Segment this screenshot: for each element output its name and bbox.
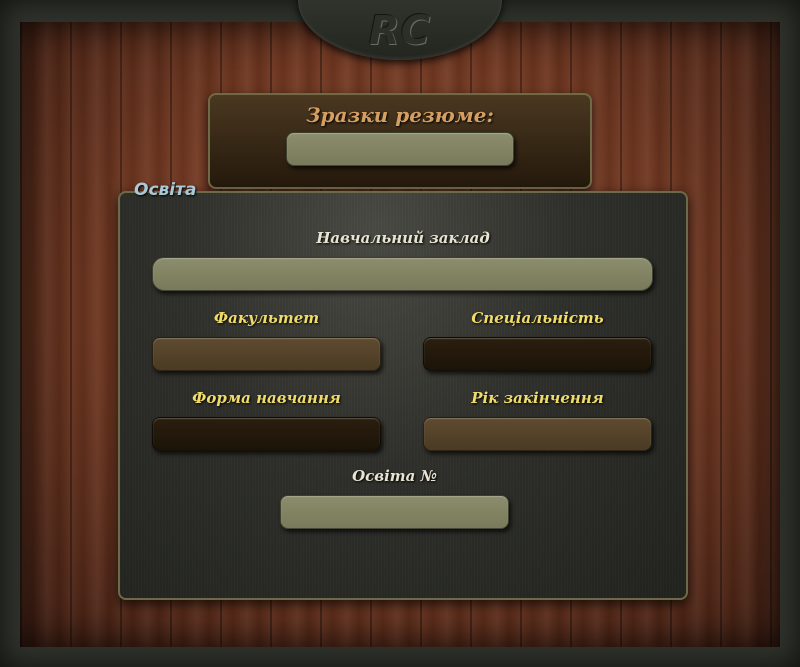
resume-samples-select[interactable] (286, 132, 514, 166)
study-form-label: Форма навчання (192, 389, 341, 407)
study-form-input[interactable] (152, 417, 381, 451)
institution-label: Навчальний заклад (316, 229, 490, 247)
education-number-label: Освіта № (352, 467, 437, 485)
logo-text: RC (368, 8, 432, 54)
graduation-year-input[interactable] (423, 417, 652, 451)
education-legend: Освіта (134, 180, 197, 200)
specialty-label: Спеціальність (471, 309, 604, 327)
specialty-input[interactable] (423, 337, 652, 371)
graduation-year-label: Рік закінчення (471, 389, 604, 407)
resume-samples-title: Зразки резюме: (306, 103, 494, 127)
institution-input[interactable] (152, 257, 653, 291)
faculty-input[interactable] (152, 337, 381, 371)
resume-samples-panel: Зразки резюме: (208, 93, 592, 189)
education-number-input[interactable] (280, 495, 509, 529)
faculty-label: Факультет (213, 309, 320, 327)
